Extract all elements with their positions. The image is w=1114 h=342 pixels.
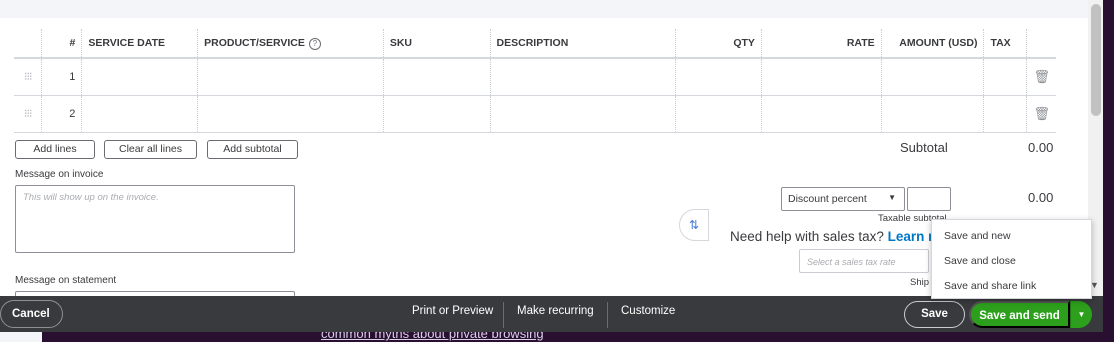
invoice-form: # SERVICE DATE PRODUCT/SERVICE? SKU DESC… bbox=[0, 0, 1088, 296]
tax-cell[interactable] bbox=[983, 95, 1028, 133]
sales-tax-help: Need help with sales tax? Learn m bbox=[730, 229, 940, 244]
help-circle-icon[interactable]: ? bbox=[308, 37, 321, 50]
sku-cell[interactable] bbox=[383, 95, 491, 133]
scrollbar-thumb[interactable] bbox=[1091, 4, 1101, 116]
column-header-product-service: PRODUCT/SERVICE? bbox=[197, 29, 384, 59]
drag-column-header bbox=[14, 29, 43, 59]
discount-value-input[interactable] bbox=[907, 187, 951, 211]
rate-cell[interactable] bbox=[761, 95, 882, 133]
footer-divider bbox=[607, 302, 608, 328]
message-on-invoice-input[interactable]: This will show up on the invoice. bbox=[15, 185, 295, 253]
amount-cell[interactable] bbox=[881, 95, 985, 133]
column-header-service-date: SERVICE DATE bbox=[81, 29, 199, 59]
message-on-invoice-label: Message on invoice bbox=[15, 169, 104, 180]
column-header-tax: TAX bbox=[983, 29, 1028, 59]
delete-column-header bbox=[1026, 29, 1056, 59]
qty-cell[interactable] bbox=[675, 95, 762, 133]
service-date-cell[interactable] bbox=[81, 95, 199, 133]
column-header-qty: QTY bbox=[675, 29, 762, 59]
amount-cell[interactable] bbox=[881, 58, 985, 96]
background-strip bbox=[0, 332, 42, 342]
subtotal-label: Subtotal bbox=[900, 140, 948, 155]
table-row[interactable]: ⁝⁝⁝ 2 🗑 bbox=[14, 95, 1056, 133]
save-button[interactable]: Save bbox=[904, 301, 965, 328]
description-cell[interactable] bbox=[490, 58, 677, 96]
row-number: 2 bbox=[41, 95, 83, 133]
description-cell[interactable] bbox=[490, 95, 677, 133]
save-options-menu: Save and new Save and close Save and sha… bbox=[931, 219, 1092, 299]
sales-tax-rate-placeholder: Select a sales tax rate bbox=[807, 257, 896, 267]
column-header-product-service-label: PRODUCT/SERVICE bbox=[204, 36, 305, 49]
message-on-invoice-placeholder: This will show up on the invoice. bbox=[23, 192, 159, 203]
caret-down-icon: ▼ bbox=[888, 193, 896, 202]
menu-item-save-and-close[interactable]: Save and close bbox=[944, 255, 1016, 267]
discount-type-value: Discount percent bbox=[788, 193, 867, 205]
shipping-label: Ship bbox=[910, 277, 930, 288]
product-service-cell[interactable] bbox=[197, 58, 384, 96]
drag-handle-icon[interactable]: ⁝⁝⁝ bbox=[14, 95, 43, 133]
add-subtotal-button[interactable]: Add subtotal bbox=[207, 140, 298, 159]
qty-cell[interactable] bbox=[675, 58, 762, 96]
make-recurring-button[interactable]: Make recurring bbox=[517, 305, 594, 317]
window-edge bbox=[1103, 0, 1114, 342]
discount-amount: 0.00 bbox=[1028, 190, 1054, 205]
row-number: 1 bbox=[41, 58, 83, 96]
sales-tax-icon[interactable]: ⇅ bbox=[679, 209, 709, 241]
column-header-sku: SKU bbox=[383, 29, 491, 59]
line-items-table: # SERVICE DATE PRODUCT/SERVICE? SKU DESC… bbox=[14, 29, 1056, 133]
column-header-number: # bbox=[41, 29, 83, 59]
drag-handle-icon[interactable]: ⁝⁝⁝ bbox=[14, 58, 43, 96]
service-date-cell[interactable] bbox=[81, 58, 199, 96]
sales-tax-help-text: Need help with sales tax? bbox=[730, 229, 884, 244]
customize-button[interactable]: Customize bbox=[621, 305, 675, 317]
column-header-amount: AMOUNT (USD) bbox=[881, 29, 985, 59]
add-lines-button[interactable]: Add lines bbox=[15, 140, 95, 159]
column-header-description: DESCRIPTION bbox=[490, 29, 677, 59]
print-or-preview-button[interactable]: Print or Preview bbox=[412, 305, 493, 317]
message-on-statement-label: Message on statement bbox=[15, 275, 117, 286]
menu-item-save-and-share-link[interactable]: Save and share link bbox=[944, 280, 1036, 292]
product-service-cell[interactable] bbox=[197, 95, 384, 133]
subtotal-value: 0.00 bbox=[1028, 140, 1054, 155]
form-header-strip bbox=[0, 0, 1088, 18]
table-row[interactable]: ⁝⁝⁝ 1 🗑 bbox=[14, 58, 1056, 96]
column-header-rate: RATE bbox=[761, 29, 882, 59]
sku-cell[interactable] bbox=[383, 58, 491, 96]
discount-type-select[interactable]: Discount percent ▼ bbox=[781, 187, 905, 211]
tax-cell[interactable] bbox=[983, 58, 1028, 96]
trash-icon[interactable]: 🗑 bbox=[1026, 58, 1056, 96]
table-header-row: # SERVICE DATE PRODUCT/SERVICE? SKU DESC… bbox=[14, 29, 1056, 59]
sales-tax-rate-select[interactable]: Select a sales tax rate bbox=[799, 249, 929, 273]
cancel-button[interactable]: Cancel bbox=[0, 300, 63, 328]
clear-all-lines-button[interactable]: Clear all lines bbox=[104, 140, 197, 159]
trash-icon[interactable]: 🗑 bbox=[1026, 95, 1056, 133]
save-and-send-button[interactable]: Save and send bbox=[969, 301, 1070, 328]
rate-cell[interactable] bbox=[761, 58, 882, 96]
footer-divider bbox=[503, 302, 504, 328]
menu-item-save-and-new[interactable]: Save and new bbox=[944, 230, 1011, 242]
